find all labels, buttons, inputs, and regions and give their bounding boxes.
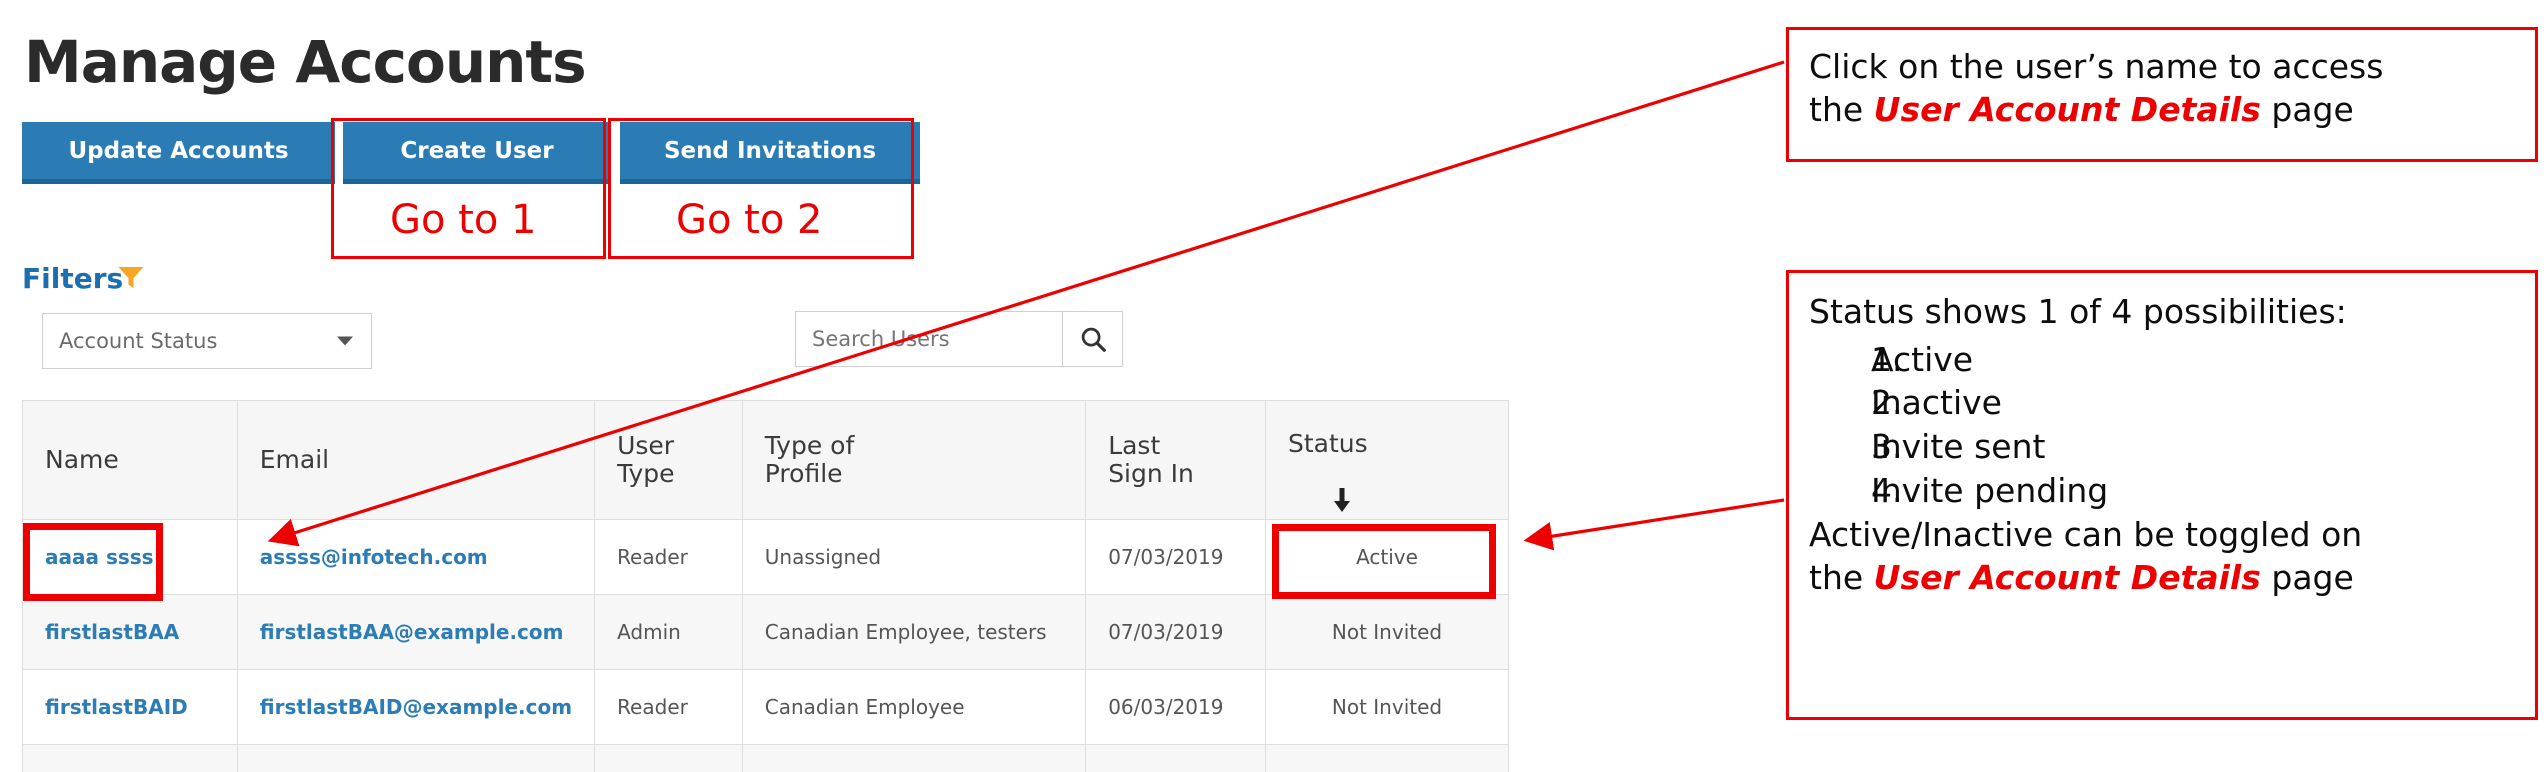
- list-item-label: Active: [1871, 339, 1974, 379]
- list-item: 4. Invite pending: [1809, 469, 2535, 513]
- list-item-number: 2.: [1871, 383, 1903, 423]
- user-email-link[interactable]: assss@infotech.com: [260, 545, 488, 569]
- goto1-label: Go to 1: [390, 197, 537, 243]
- funnel-icon: [116, 262, 146, 297]
- cell-type-of-profile: Canadian Employee, testers: [741, 594, 1087, 670]
- column-header-status[interactable]: Status: [1265, 400, 1509, 520]
- annotation-note2-line-a: Active/Inactive can be toggled on: [1809, 515, 2363, 555]
- account-status-select[interactable]: Account Status: [42, 313, 372, 369]
- cell-name[interactable]: firstlastBAID: [22, 669, 238, 745]
- table-row[interactable]: [22, 744, 1509, 772]
- list-item-number: 1.: [1871, 339, 1903, 379]
- annotation-note2-line-b-emphasis: User Account Details: [1873, 557, 2261, 597]
- list-item-number: 3.: [1871, 426, 1903, 466]
- cell-status: Not Invited: [1265, 594, 1509, 670]
- list-item: 3. Invite sent: [1809, 425, 2535, 469]
- cell-user-type: [594, 744, 743, 772]
- annotation-note-click-name: Click on the user’s name to access the U…: [1786, 27, 2538, 162]
- column-header-last-sign-in[interactable]: Last Sign In: [1085, 400, 1267, 520]
- cell-last-sign-in: [1085, 744, 1267, 772]
- user-name-link[interactable]: firstlastBAID: [45, 695, 188, 719]
- goto2-label: Go to 2: [676, 197, 823, 243]
- cell-email[interactable]: firstlastBAID@example.com: [236, 669, 596, 745]
- cell-name[interactable]: firstlastBAA: [22, 594, 238, 670]
- screenshot-root: Manage Accounts Update Accounts Create U…: [0, 0, 2548, 772]
- table-header-row: Name Email User Type Type of Profile Las…: [22, 400, 1509, 520]
- annotation-note2-heading: Status shows 1 of 4 possibilities:: [1809, 292, 2347, 331]
- user-name-link[interactable]: firstlastBAA: [45, 620, 179, 644]
- annotation-note2-line-b-pre: the: [1809, 557, 1874, 597]
- annotation-note1-line2-pre: the: [1809, 89, 1874, 129]
- column-header-email[interactable]: Email: [236, 400, 596, 520]
- annotation-note1-line2-post: page: [2260, 89, 2354, 129]
- cell-user-type: Reader: [594, 519, 743, 595]
- column-header-status-label: Status: [1288, 428, 1368, 458]
- page-title: Manage Accounts: [24, 28, 587, 96]
- cell-user-type: Reader: [594, 669, 743, 745]
- annotation-note1-line2: the User Account Details page: [1809, 89, 2535, 132]
- search-users-group: [795, 311, 1123, 367]
- sort-descending-arrow-icon[interactable]: [1332, 458, 1352, 519]
- cell-name[interactable]: [22, 744, 238, 772]
- annotation-note1-body: Click on the user’s name to access the U…: [1789, 30, 2535, 132]
- chevron-down-icon: [337, 336, 353, 346]
- cell-user-type: Admin: [594, 594, 743, 670]
- cell-email[interactable]: firstlastBAA@example.com: [236, 594, 596, 670]
- annotation-note2-list: 1. Active 2. Inactive 3. Invite sent 4. Invi…: [1809, 338, 2535, 512]
- account-status-select-value: Account Status: [59, 329, 218, 353]
- user-email-link[interactable]: firstlastBAID@example.com: [260, 695, 572, 719]
- filters-label: Filters: [22, 262, 124, 295]
- list-item-label: Invite pending: [1871, 470, 2109, 510]
- cell-email[interactable]: assss@infotech.com: [236, 519, 596, 595]
- annotation-note1-line2-emphasis: User Account Details: [1873, 89, 2261, 129]
- search-input[interactable]: [795, 311, 1063, 367]
- annotation-note2-body: Status shows 1 of 4 possibilities: 1. Act…: [1789, 273, 2535, 600]
- search-button[interactable]: [1063, 311, 1123, 367]
- list-item-label: Invite sent: [1871, 426, 2046, 466]
- cell-last-sign-in: 06/03/2019: [1085, 669, 1267, 745]
- list-item: 2. Inactive: [1809, 381, 2535, 425]
- table-row[interactable]: firstlastBAA firstlastBAA@example.com Ad…: [22, 594, 1509, 670]
- cell-type-of-profile: [741, 744, 1087, 772]
- cell-last-sign-in: 07/03/2019: [1085, 519, 1267, 595]
- cell-type-of-profile: Unassigned: [741, 519, 1087, 595]
- manage-accounts-app: Manage Accounts Update Accounts Create U…: [0, 0, 1790, 772]
- name-cell-highlight-box: [23, 523, 163, 601]
- cell-status: [1265, 744, 1509, 772]
- update-accounts-button[interactable]: Update Accounts: [22, 122, 335, 184]
- list-item-number: 4.: [1871, 470, 1903, 510]
- list-item-label: Inactive: [1871, 383, 2002, 423]
- cell-last-sign-in: 07/03/2019: [1085, 594, 1267, 670]
- column-header-user-type[interactable]: User Type: [594, 400, 743, 520]
- annotation-note1-line1: Click on the user’s name to access: [1809, 47, 2384, 86]
- cell-status: Not Invited: [1265, 669, 1509, 745]
- user-email-link[interactable]: firstlastBAA@example.com: [260, 620, 564, 644]
- list-item: 1. Active: [1809, 338, 2535, 382]
- annotation-note-status-values: Status shows 1 of 4 possibilities: 1. Act…: [1786, 270, 2538, 720]
- annotation-note2-line-b: the User Account Details page: [1809, 557, 2535, 600]
- cell-email[interactable]: [236, 744, 596, 772]
- annotation-note2-line-b-post: page: [2260, 557, 2354, 597]
- search-icon: [1081, 327, 1106, 352]
- table-row[interactable]: firstlastBAID firstlastBAID@example.com …: [22, 669, 1509, 745]
- column-header-name[interactable]: Name: [22, 400, 238, 520]
- column-header-type-of-profile[interactable]: Type of Profile: [741, 400, 1087, 520]
- status-cell-highlight-box: [1272, 524, 1496, 599]
- cell-type-of-profile: Canadian Employee: [741, 669, 1087, 745]
